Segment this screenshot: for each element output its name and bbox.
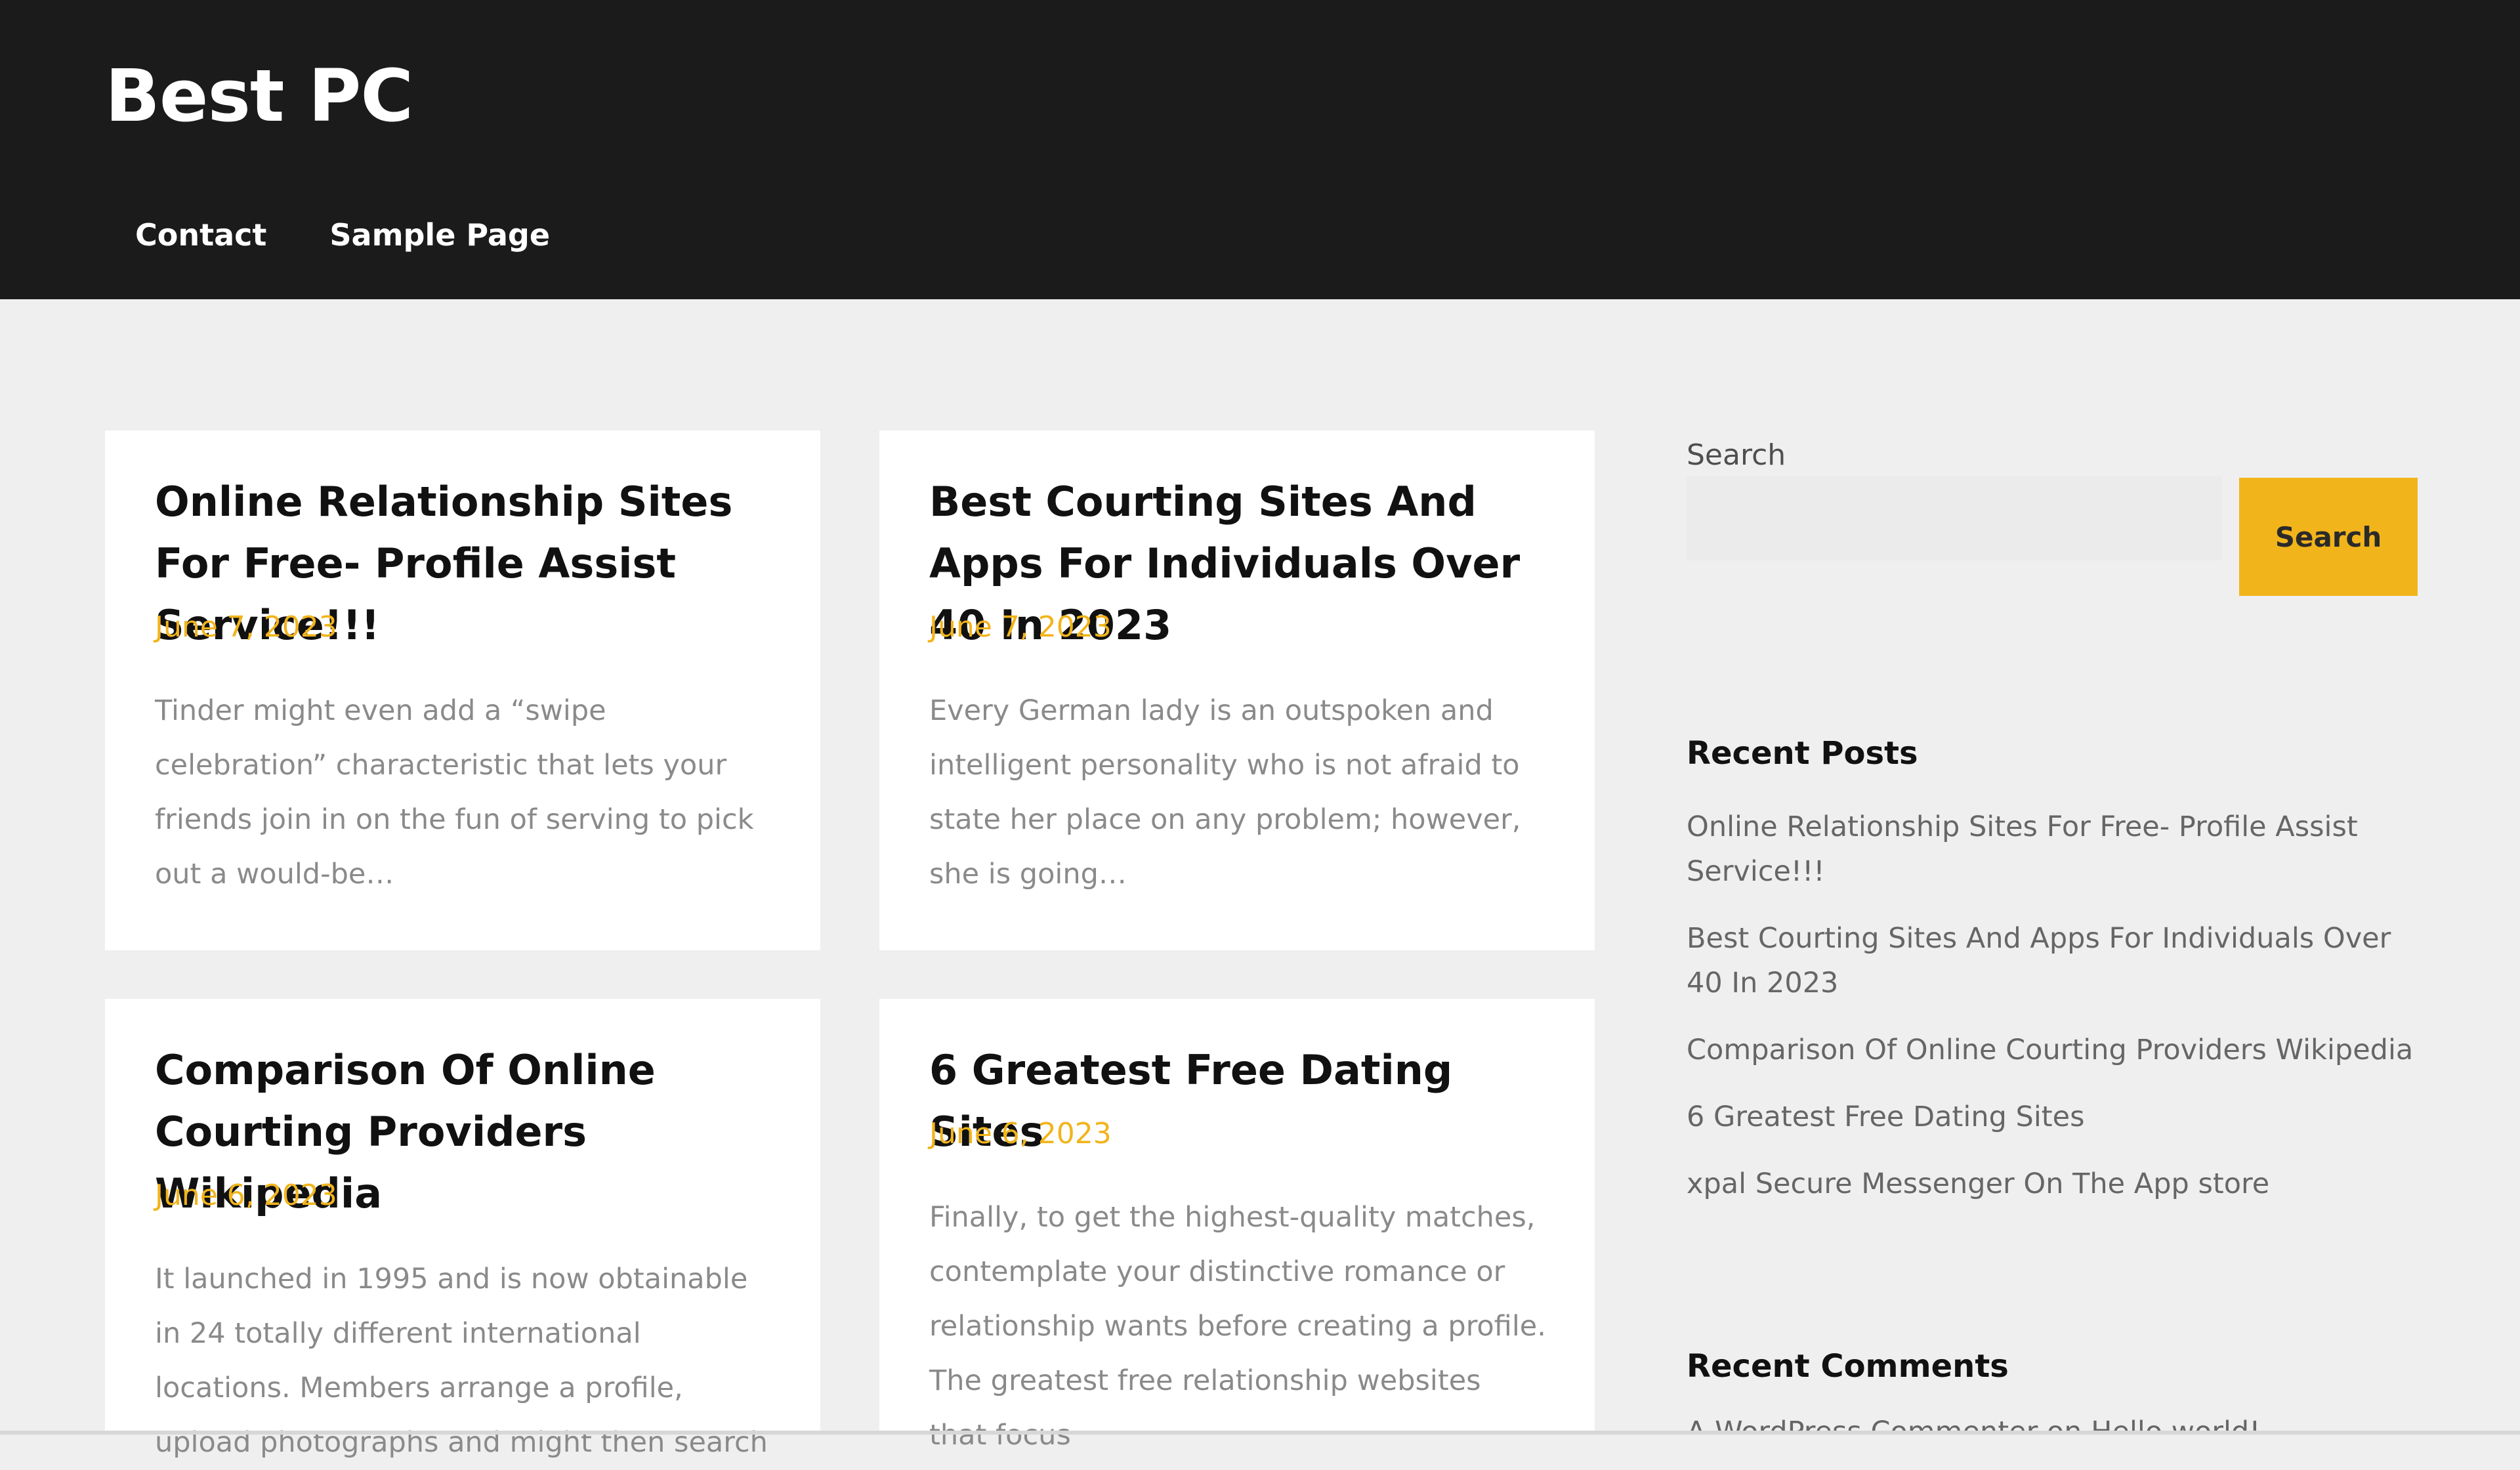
post-excerpt: Every German lady is an outspoken and in… <box>929 694 1521 891</box>
post-card: Comparison Of Online Courting Providers … <box>105 999 820 1459</box>
recent-post-link[interactable]: Online Relationship Sites For Free- Prof… <box>1687 805 2415 894</box>
nav-sample-page-link[interactable]: Sample Page <box>329 213 550 257</box>
post-card: Best Courting Sites And Apps For Individ… <box>879 430 1595 950</box>
post-excerpt: Finally, to get the highest-quality matc… <box>929 1201 1546 1452</box>
recent-comments-heading: Recent Comments <box>1687 1348 2009 1385</box>
post-card: 6 Greatest Free Dating Sites June 6, 202… <box>879 999 1595 1452</box>
post-date[interactable]: June 6, 2023 <box>929 1114 1112 1154</box>
recent-post-link[interactable]: Comparison Of Online Courting Providers … <box>1687 1028 2415 1072</box>
site-title[interactable]: Best PC <box>105 50 413 142</box>
recent-post-link[interactable]: 6 Greatest Free Dating Sites <box>1687 1095 2415 1139</box>
post-date[interactable]: June 6, 2023 <box>155 1176 337 1215</box>
recent-post-link[interactable]: xpal Secure Messenger On The App store <box>1687 1162 2415 1206</box>
recent-posts-list: Online Relationship Sites For Free- Prof… <box>1687 805 2415 1228</box>
viewport-bottom-border <box>0 1431 2520 1435</box>
site-header: Best PC Contact Sample Page <box>0 0 2520 299</box>
post-date[interactable]: June 7, 2023 <box>929 608 1112 647</box>
post-date[interactable]: June 7, 2023 <box>155 608 337 647</box>
primary-navigation: Contact Sample Page <box>135 213 550 257</box>
search-input[interactable] <box>1687 476 2222 560</box>
recent-post-link[interactable]: Best Courting Sites And Apps For Individ… <box>1687 916 2415 1005</box>
nav-contact-link[interactable]: Contact <box>135 213 266 257</box>
post-excerpt: Tinder might even add a “swipe celebrati… <box>155 694 754 891</box>
recent-posts-heading: Recent Posts <box>1687 735 1918 772</box>
post-card: Online Relationship Sites For Free- Prof… <box>105 430 820 950</box>
search-button[interactable]: Search <box>2239 478 2418 596</box>
post-excerpt: It launched in 1995 and is now obtainabl… <box>155 1263 768 1459</box>
search-label: Search <box>1687 438 1786 472</box>
sidebar: Search Search Recent Posts Online Relati… <box>1687 427 2418 1435</box>
